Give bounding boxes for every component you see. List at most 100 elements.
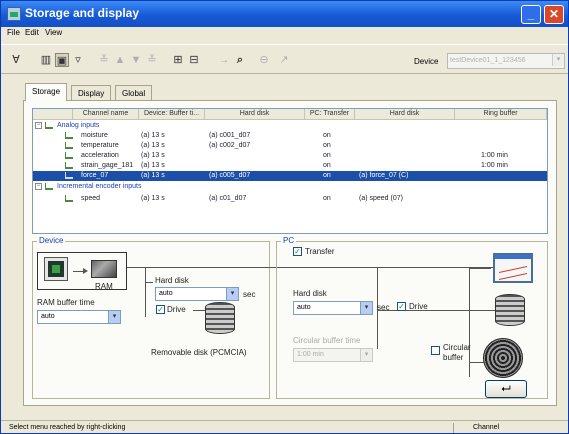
to-hard-disk-line <box>145 282 153 283</box>
menu-edit[interactable]: Edit <box>25 28 39 37</box>
app-icon <box>7 7 21 21</box>
channel-icon <box>65 152 73 159</box>
channel-transfer: on <box>323 152 331 159</box>
hard-disk-label: Hard disk <box>155 276 189 285</box>
close-button[interactable]: ✕ <box>544 5 564 24</box>
group-icon[interactable]: ⊞ <box>171 53 185 67</box>
menu-view[interactable]: View <box>45 28 62 37</box>
chevron-down-icon[interactable]: ▾ <box>108 311 120 323</box>
tab-storage-label: Storage <box>32 87 61 96</box>
device-hard-disk-unit: sec <box>243 290 256 299</box>
removable-disk-label: Removable disk (PCMCIA) <box>151 348 247 357</box>
channel-buffer: (a) 13 s <box>141 142 165 149</box>
filter-icon[interactable]: ∀ <box>9 53 23 67</box>
device-drive-checkbox[interactable]: ✓ <box>156 305 165 314</box>
grid-group-analog[interactable]: − Analog inputs <box>33 121 547 131</box>
move-down-icon[interactable]: ▼ <box>129 53 143 67</box>
group-name: Analog inputs <box>57 122 100 129</box>
tab-global[interactable]: Global <box>115 85 153 101</box>
tab-global-label: Global <box>122 89 146 98</box>
channel-transfer: on <box>323 172 331 179</box>
ram-label: RAM <box>95 282 113 291</box>
circular-buffer-checkbox[interactable] <box>431 346 440 355</box>
grid-group-encoder[interactable]: − Incremental encoder inputs <box>33 182 547 192</box>
device-drive-label: Drive <box>167 305 186 314</box>
table-row-selected[interactable]: force_07 (a) 13 s (a) c005_d07 on (a) fo… <box>33 171 547 181</box>
channel-icon <box>65 142 73 149</box>
zoom-icon[interactable]: ⊖ <box>257 53 271 67</box>
device-hard-disk-select[interactable]: auto ▾ <box>155 287 239 301</box>
channel-grid[interactable]: Channel name Device: Buffer ti... Hard d… <box>32 108 548 234</box>
table-row[interactable]: strain_gage_181 (a) 13 s on 1:00 min <box>33 161 547 171</box>
status-text: Select menu reached by right-clicking <box>9 424 126 431</box>
pc-hard-disk-value: auto <box>297 304 311 311</box>
device-frame: Device RAM RAM buffer time auto ▾ Hard d… <box>32 236 523 399</box>
table-row[interactable]: speed (a) 13 s (a) c01_d07 on (a) speed … <box>33 194 547 204</box>
align-bottom-icon[interactable]: ≚ <box>145 53 159 67</box>
circular-buffer-time-select[interactable]: 1:00 min ▾ <box>293 348 373 362</box>
search-icon[interactable]: ⌕ <box>233 53 247 67</box>
grid-header-hard-disk[interactable]: Hard disk <box>205 109 305 120</box>
table-row[interactable]: temperature (a) 13 s (a) c002_d07 on <box>33 141 547 151</box>
pc-frame: PC ✓ Transfer Hard disk auto ▾ sec ✓ Dri… <box>276 236 548 399</box>
device-select-value: testDevice01_1_123456 <box>450 57 526 64</box>
pc-hard-disk-label: Hard disk <box>293 289 327 298</box>
removable-disk-icon <box>205 302 235 334</box>
tab-storage[interactable]: Storage <box>25 83 68 101</box>
chevron-down-icon[interactable]: ▾ <box>360 302 372 314</box>
grid-header-buffer[interactable]: Device: Buffer ti... <box>139 109 205 120</box>
channel-transfer: on <box>323 162 331 169</box>
channel-transfer: on <box>323 195 331 202</box>
transfer-checkbox[interactable]: ✓ <box>293 247 302 256</box>
circular-buffer-time-label: Circular buffer time <box>293 336 361 345</box>
pc-drive-label: Drive <box>409 302 428 311</box>
chevron-down-icon[interactable]: ▾ <box>226 288 238 300</box>
ram-buffer-time-select[interactable]: auto ▾ <box>37 310 121 324</box>
pc-drive-checkbox[interactable]: ✓ <box>397 302 406 311</box>
table-row[interactable]: moisture (a) 13 s (a) c001_d07 on <box>33 131 547 141</box>
menu-file[interactable]: File <box>7 28 20 37</box>
chip-to-ram-line <box>73 271 83 272</box>
return-button[interactable]: ⮠ <box>485 380 527 398</box>
tab-display[interactable]: Display <box>71 85 112 101</box>
grid-header-pc-transfer[interactable]: PC: Transfer <box>305 109 355 120</box>
channel-ring: 1:00 min <box>481 152 508 159</box>
storage-view-icon[interactable]: ▥ <box>39 53 53 67</box>
channel-hard-disk: (a) c01_d07 <box>209 195 247 202</box>
minimize-button[interactable]: _ <box>521 5 541 24</box>
drive-line <box>193 310 205 311</box>
channel-name: moisture <box>81 132 108 139</box>
channel-icon <box>65 132 73 139</box>
align-left-icon[interactable]: ≚ <box>97 53 111 67</box>
transfer-label: Transfer <box>305 247 335 256</box>
collapse-icon[interactable]: − <box>35 183 42 190</box>
grid-header-ring-buffer[interactable]: Ring buffer <box>455 109 547 120</box>
ram-buffer-time-label: RAM buffer time <box>37 298 95 307</box>
arrow-right-icon <box>83 268 88 274</box>
channel-buffer: (a) 13 s <box>141 162 165 169</box>
channel-buffer: (a) 13 s <box>141 195 165 202</box>
channel-pc-disk: (a) speed (07) <box>359 195 403 202</box>
ram-branch-line <box>145 267 146 317</box>
move-up-icon[interactable]: ▲ <box>113 53 127 67</box>
pin-icon[interactable]: ↗ <box>277 53 291 67</box>
step-right-icon[interactable]: → <box>217 53 231 67</box>
filter-dropdown-icon[interactable]: ▿ <box>71 53 85 67</box>
circular-buffer-icon <box>483 338 523 378</box>
channel-name: force_07 <box>81 172 109 179</box>
title-bar: Storage and display _ ✕ <box>1 1 568 27</box>
grid-header-tree <box>33 109 73 120</box>
collapse-icon[interactable]: − <box>35 122 42 129</box>
grid-header-channel-name[interactable]: Channel name <box>73 109 139 120</box>
table-row[interactable]: acceleration (a) 13 s on 1:00 min <box>33 151 547 161</box>
display-view-icon[interactable]: ▣ <box>55 53 69 67</box>
chevron-down-icon[interactable]: ▾ <box>552 54 564 66</box>
status-channel: Channel <box>473 424 500 431</box>
device-select[interactable]: testDevice01_1_123456 ▾ <box>447 53 565 69</box>
channel-name: speed <box>81 195 101 202</box>
grid-header-pc-hard-disk[interactable]: Hard disk <box>355 109 455 120</box>
pc-hard-disk-select[interactable]: auto ▾ <box>293 301 373 315</box>
chevron-down-icon[interactable]: ▾ <box>360 349 372 361</box>
ungroup-icon[interactable]: ⊟ <box>187 53 201 67</box>
storage-panel: Channel name Device: Buffer ti... Hard d… <box>23 100 557 406</box>
